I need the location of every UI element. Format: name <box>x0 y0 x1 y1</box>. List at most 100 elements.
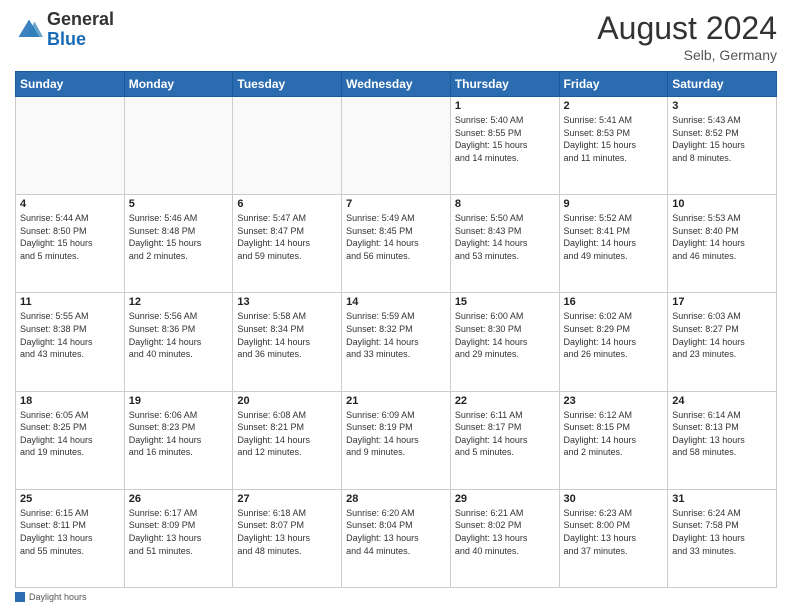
calendar-week-row: 4 Sunrise: 5:44 AM Sunset: 8:50 PM Daylig… <box>16 195 777 293</box>
table-row: 23Sunrise: 6:12 AM Sunset: 8:15 PM Dayli… <box>559 391 668 489</box>
col-monday: Monday <box>124 72 233 97</box>
table-row: 31Sunrise: 6:24 AM Sunset: 7:58 PM Dayli… <box>668 489 777 587</box>
day-info: Sunrise: 6:03 AM Sunset: 8:27 PM Dayligh… <box>672 310 772 360</box>
day-info: Sunrise: 5:41 AM Sunset: 8:53 PM Dayligh… <box>564 114 664 164</box>
day-number: 15 <box>455 296 555 308</box>
col-wednesday: Wednesday <box>342 72 451 97</box>
day-number: 29 <box>455 493 555 505</box>
day-info: Sunrise: 6:00 AM Sunset: 8:30 PM Dayligh… <box>455 310 555 360</box>
title-block: August 2024 Selb, Germany <box>597 10 777 63</box>
table-row: 28 Sunrise: 6:20 AM Sunset: 8:04 PM Dayli… <box>342 489 451 587</box>
day-number: 4 <box>20 198 120 210</box>
day-info: Sunrise: 6:05 AM Sunset: 8:25 PM Dayligh… <box>20 409 120 459</box>
day-number: 2 <box>564 100 664 112</box>
day-info: Sunrise: 5:40 AM Sunset: 8:55 PM Dayligh… <box>455 114 555 164</box>
table-row: 25Sunrise: 6:15 AM Sunset: 8:11 PM Dayli… <box>16 489 125 587</box>
table-row: 30Sunrise: 6:23 AM Sunset: 8:00 PM Dayli… <box>559 489 668 587</box>
location: Selb, Germany <box>597 47 777 63</box>
table-row: 22Sunrise: 6:11 AM Sunset: 8:17 PM Dayli… <box>450 391 559 489</box>
table-row: 9Sunrise: 5:52 AM Sunset: 8:41 PM Daylig… <box>559 195 668 293</box>
calendar-week-row: 1 Sunrise: 5:40 AM Sunset: 8:55 PM Daylig… <box>16 97 777 195</box>
day-number: 19 <box>129 395 229 407</box>
calendar-header-row: Sunday Monday Tuesday Wednesday Thursday… <box>16 72 777 97</box>
day-info: Sunrise: 5:43 AM Sunset: 8:52 PM Dayligh… <box>672 114 772 164</box>
day-number: 18 <box>20 395 120 407</box>
table-row: 6 Sunrise: 5:47 AM Sunset: 8:47 PM Daylig… <box>233 195 342 293</box>
logo-icon <box>15 16 43 44</box>
day-number: 24 <box>672 395 772 407</box>
day-info: Sunrise: 5:47 AM Sunset: 8:47 PM Dayligh… <box>237 212 337 262</box>
day-info: Sunrise: 6:09 AM Sunset: 8:19 PM Dayligh… <box>346 409 446 459</box>
day-info: Sunrise: 5:49 AM Sunset: 8:45 PM Dayligh… <box>346 212 446 262</box>
table-row: 1 Sunrise: 5:40 AM Sunset: 8:55 PM Daylig… <box>450 97 559 195</box>
table-row: 2 Sunrise: 5:41 AM Sunset: 8:53 PM Daylig… <box>559 97 668 195</box>
calendar-week-row: 25Sunrise: 6:15 AM Sunset: 8:11 PM Dayli… <box>16 489 777 587</box>
day-info: Sunrise: 6:20 AM Sunset: 8:04 PM Dayligh… <box>346 507 446 557</box>
day-number: 13 <box>237 296 337 308</box>
table-row: 17 Sunrise: 6:03 AM Sunset: 8:27 PM Dayli… <box>668 293 777 391</box>
logo: General Blue <box>15 10 114 50</box>
footer-label: Daylight hours <box>29 592 87 602</box>
day-number: 22 <box>455 395 555 407</box>
day-number: 31 <box>672 493 772 505</box>
logo-blue-text: Blue <box>47 29 86 49</box>
month-title: August 2024 <box>597 10 777 47</box>
day-number: 7 <box>346 198 446 210</box>
table-row: 10Sunrise: 5:53 AM Sunset: 8:40 PM Dayli… <box>668 195 777 293</box>
table-row: 20Sunrise: 6:08 AM Sunset: 8:21 PM Dayli… <box>233 391 342 489</box>
col-thursday: Thursday <box>450 72 559 97</box>
table-row: 18 Sunrise: 6:05 AM Sunset: 8:25 PM Dayli… <box>16 391 125 489</box>
day-info: Sunrise: 5:50 AM Sunset: 8:43 PM Dayligh… <box>455 212 555 262</box>
table-row <box>342 97 451 195</box>
table-row: 26 Sunrise: 6:17 AM Sunset: 8:09 PM Dayli… <box>124 489 233 587</box>
day-info: Sunrise: 6:06 AM Sunset: 8:23 PM Dayligh… <box>129 409 229 459</box>
table-row: 4 Sunrise: 5:44 AM Sunset: 8:50 PM Daylig… <box>16 195 125 293</box>
day-number: 26 <box>129 493 229 505</box>
table-row <box>16 97 125 195</box>
col-tuesday: Tuesday <box>233 72 342 97</box>
table-row: 15 Sunrise: 6:00 AM Sunset: 8:30 PM Dayli… <box>450 293 559 391</box>
table-row: 3 Sunrise: 5:43 AM Sunset: 8:52 PM Daylig… <box>668 97 777 195</box>
day-info: Sunrise: 5:58 AM Sunset: 8:34 PM Dayligh… <box>237 310 337 360</box>
day-info: Sunrise: 5:53 AM Sunset: 8:40 PM Dayligh… <box>672 212 772 262</box>
day-number: 28 <box>346 493 446 505</box>
day-number: 11 <box>20 296 120 308</box>
table-row: 7 Sunrise: 5:49 AM Sunset: 8:45 PM Daylig… <box>342 195 451 293</box>
day-number: 17 <box>672 296 772 308</box>
day-number: 12 <box>129 296 229 308</box>
calendar-table: Sunday Monday Tuesday Wednesday Thursday… <box>15 71 777 588</box>
table-row: 27Sunrise: 6:18 AM Sunset: 8:07 PM Dayli… <box>233 489 342 587</box>
table-row: 8 Sunrise: 5:50 AM Sunset: 8:43 PM Daylig… <box>450 195 559 293</box>
table-row: 12 Sunrise: 5:56 AM Sunset: 8:36 PM Dayli… <box>124 293 233 391</box>
day-number: 5 <box>129 198 229 210</box>
col-friday: Friday <box>559 72 668 97</box>
footer-dot-icon <box>15 592 25 602</box>
day-number: 8 <box>455 198 555 210</box>
day-info: Sunrise: 5:44 AM Sunset: 8:50 PM Dayligh… <box>20 212 120 262</box>
day-number: 14 <box>346 296 446 308</box>
day-info: Sunrise: 5:52 AM Sunset: 8:41 PM Dayligh… <box>564 212 664 262</box>
table-row: 19 Sunrise: 6:06 AM Sunset: 8:23 PM Dayli… <box>124 391 233 489</box>
table-row: 11Sunrise: 5:55 AM Sunset: 8:38 PM Dayli… <box>16 293 125 391</box>
table-row: 29Sunrise: 6:21 AM Sunset: 8:02 PM Dayli… <box>450 489 559 587</box>
day-info: Sunrise: 6:08 AM Sunset: 8:21 PM Dayligh… <box>237 409 337 459</box>
day-number: 3 <box>672 100 772 112</box>
calendar-week-row: 18 Sunrise: 6:05 AM Sunset: 8:25 PM Dayli… <box>16 391 777 489</box>
day-number: 30 <box>564 493 664 505</box>
table-row: 13 Sunrise: 5:58 AM Sunset: 8:34 PM Dayli… <box>233 293 342 391</box>
table-row: 5 Sunrise: 5:46 AM Sunset: 8:48 PM Daylig… <box>124 195 233 293</box>
day-number: 1 <box>455 100 555 112</box>
table-row: 21Sunrise: 6:09 AM Sunset: 8:19 PM Dayli… <box>342 391 451 489</box>
table-row: 16 Sunrise: 6:02 AM Sunset: 8:29 PM Dayli… <box>559 293 668 391</box>
table-row: 24Sunrise: 6:14 AM Sunset: 8:13 PM Dayli… <box>668 391 777 489</box>
day-number: 23 <box>564 395 664 407</box>
day-number: 6 <box>237 198 337 210</box>
day-info: Sunrise: 6:02 AM Sunset: 8:29 PM Dayligh… <box>564 310 664 360</box>
day-info: Sunrise: 6:17 AM Sunset: 8:09 PM Dayligh… <box>129 507 229 557</box>
table-row: 14 Sunrise: 5:59 AM Sunset: 8:32 PM Dayli… <box>342 293 451 391</box>
day-number: 16 <box>564 296 664 308</box>
day-info: Sunrise: 5:59 AM Sunset: 8:32 PM Dayligh… <box>346 310 446 360</box>
day-info: Sunrise: 5:56 AM Sunset: 8:36 PM Dayligh… <box>129 310 229 360</box>
col-sunday: Sunday <box>16 72 125 97</box>
day-info: Sunrise: 5:46 AM Sunset: 8:48 PM Dayligh… <box>129 212 229 262</box>
